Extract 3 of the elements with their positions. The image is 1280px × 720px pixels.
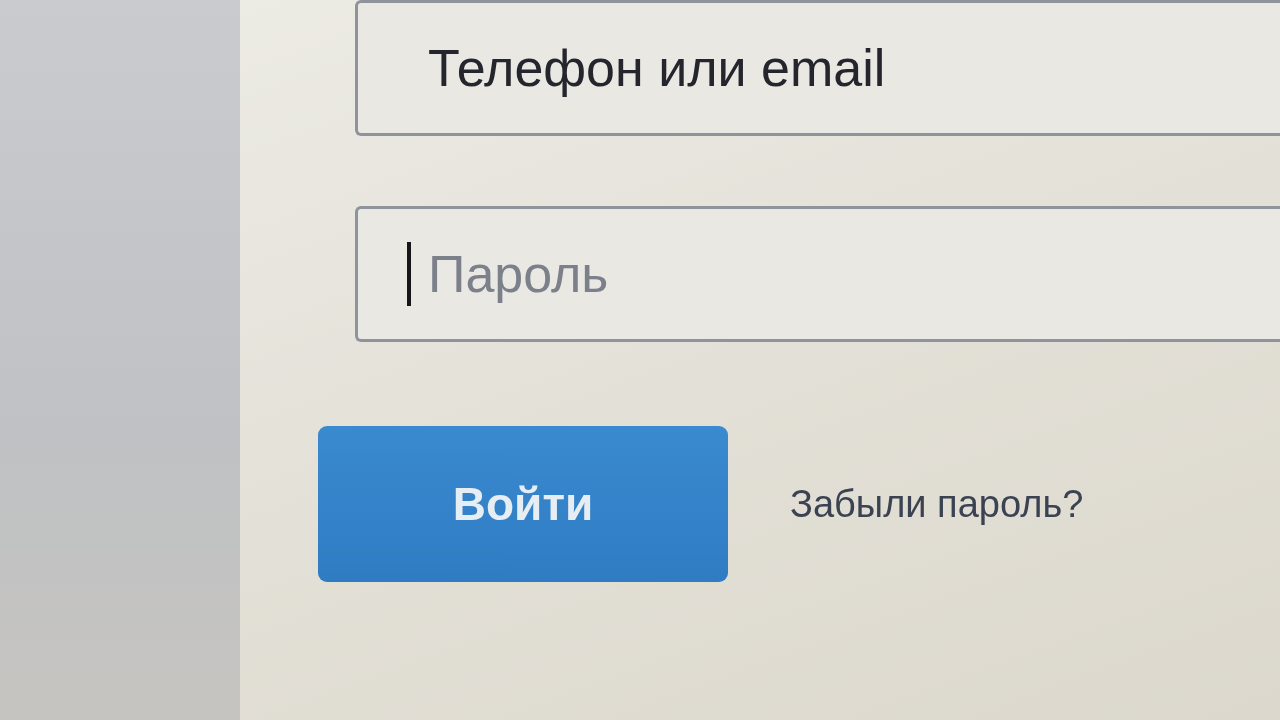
password-field[interactable]: Пароль [355, 206, 1280, 342]
forgot-password-link[interactable]: Забыли пароль? [790, 482, 1084, 526]
login-field[interactable]: Телефон или email [355, 0, 1280, 136]
